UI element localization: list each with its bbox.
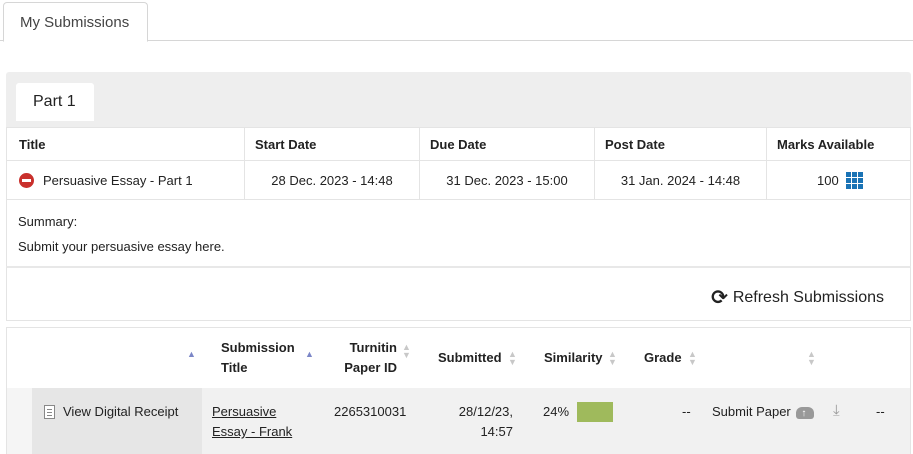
submitted-time: 14:57 <box>480 424 513 439</box>
document-icon <box>44 405 55 419</box>
submitted-date: 28/12/23, <box>458 404 513 419</box>
cloud-upload-icon <box>796 404 815 424</box>
header-start-date: Start Date <box>245 128 420 160</box>
assignment-table: Title Start Date Due Date Post Date Mark… <box>6 127 911 274</box>
header-similarity[interactable]: Similarity <box>544 348 603 368</box>
tab-my-submissions[interactable]: My Submissions <box>3 2 148 42</box>
assignment-marks-cell: 100 <box>767 161 910 199</box>
assignment-header-row: Title Start Date Due Date Post Date Mark… <box>7 128 910 161</box>
assignment-start-date: 28 Dec. 2023 - 14:48 <box>245 161 420 199</box>
closed-status-icon <box>19 172 34 188</box>
submission-row: View Digital Receipt Persuasive Essay - … <box>7 388 910 454</box>
last-column-value: -- <box>876 404 885 419</box>
refresh-label: Refresh Submissions <box>732 288 884 306</box>
submit-paper-button[interactable]: Submit Paper <box>712 402 815 424</box>
refresh-submissions-button[interactable]: ⟳ Refresh Submissions <box>711 285 884 310</box>
header-grade[interactable]: Grade <box>644 348 682 368</box>
rubric-grid-icon[interactable] <box>845 171 863 189</box>
top-tab-bar: My Submissions <box>0 0 913 42</box>
header-paper-id[interactable]: Turnitin Paper ID <box>343 338 397 378</box>
header-post-date: Post Date <box>595 128 767 160</box>
submit-paper-label: Submit Paper <box>712 404 791 419</box>
summary-text: Submit your persuasive essay here. <box>18 239 225 254</box>
refresh-bar: ⟳ Refresh Submissions <box>6 266 911 321</box>
summary-label: Summary: <box>18 214 78 229</box>
header-paper-id-line2: Paper ID <box>344 360 397 375</box>
sort-grade-icon[interactable]: ▲ ▼ <box>688 350 697 367</box>
sort-submitted-icon[interactable]: ▲ ▼ <box>508 350 517 367</box>
similarity-score-bar[interactable] <box>577 402 613 422</box>
assignment-title: Persuasive Essay - Part 1 <box>43 172 193 188</box>
sort-submission-title-icon[interactable]: ▲ <box>305 350 314 359</box>
grade-value: -- <box>682 404 691 419</box>
similarity-value[interactable]: 24% <box>543 402 569 422</box>
header-submission-title[interactable]: Submission Title <box>221 338 295 378</box>
assignment-title-cell: Persuasive Essay - Part 1 <box>7 161 245 199</box>
sort-paper-id-icon[interactable]: ▲ ▼ <box>402 343 411 360</box>
header-marks-available: Marks Available <box>777 136 875 152</box>
sort-similarity-icon[interactable]: ▲ ▼ <box>608 350 617 367</box>
header-paper-id-line1: Turnitin <box>349 340 397 355</box>
tab-part-1[interactable]: Part 1 <box>16 83 94 121</box>
assignment-marks: 100 <box>817 172 839 188</box>
header-submission-title-line2: Title <box>221 360 248 375</box>
paper-id-value: 2265310031 <box>334 404 407 419</box>
header-submitted[interactable]: Submitted <box>438 348 502 368</box>
assignment-due-date: 31 Dec. 2023 - 15:00 <box>420 161 595 199</box>
part-panel: Part 1 Title Start Date Due Date Post Da… <box>6 72 911 274</box>
submission-title-line1: Persuasive <box>212 404 277 419</box>
assignment-post-date: 31 Jan. 2024 - 14:48 <box>595 161 767 199</box>
refresh-icon: ⟳ <box>711 287 728 309</box>
row-margin <box>7 388 32 454</box>
submission-title-line2: Essay - Frank <box>212 424 293 439</box>
submitted-value: 28/12/23, 14:57 <box>443 402 513 442</box>
header-submission-title-line1: Submission <box>221 340 295 355</box>
assignment-summary: Summary: Submit your persuasive essay he… <box>7 200 910 273</box>
header-title: Title <box>7 128 245 160</box>
assignment-row: Persuasive Essay - Part 1 28 Dec. 2023 -… <box>7 161 910 200</box>
submission-title-link[interactable]: Persuasive Essay - Frank <box>212 402 292 442</box>
header-due-date: Due Date <box>420 128 595 160</box>
sort-receipt-icon[interactable]: ▲ <box>187 350 196 359</box>
sort-actions-icon[interactable]: ▲ ▼ <box>807 350 816 367</box>
download-icon[interactable]: ⤓ <box>833 402 840 419</box>
view-digital-receipt-cell[interactable]: View Digital Receipt <box>32 388 202 454</box>
submissions-table: ▲ Submission Title ▲ Turnitin Paper ID ▲… <box>6 327 911 454</box>
view-digital-receipt-link[interactable]: View Digital Receipt <box>63 402 178 422</box>
